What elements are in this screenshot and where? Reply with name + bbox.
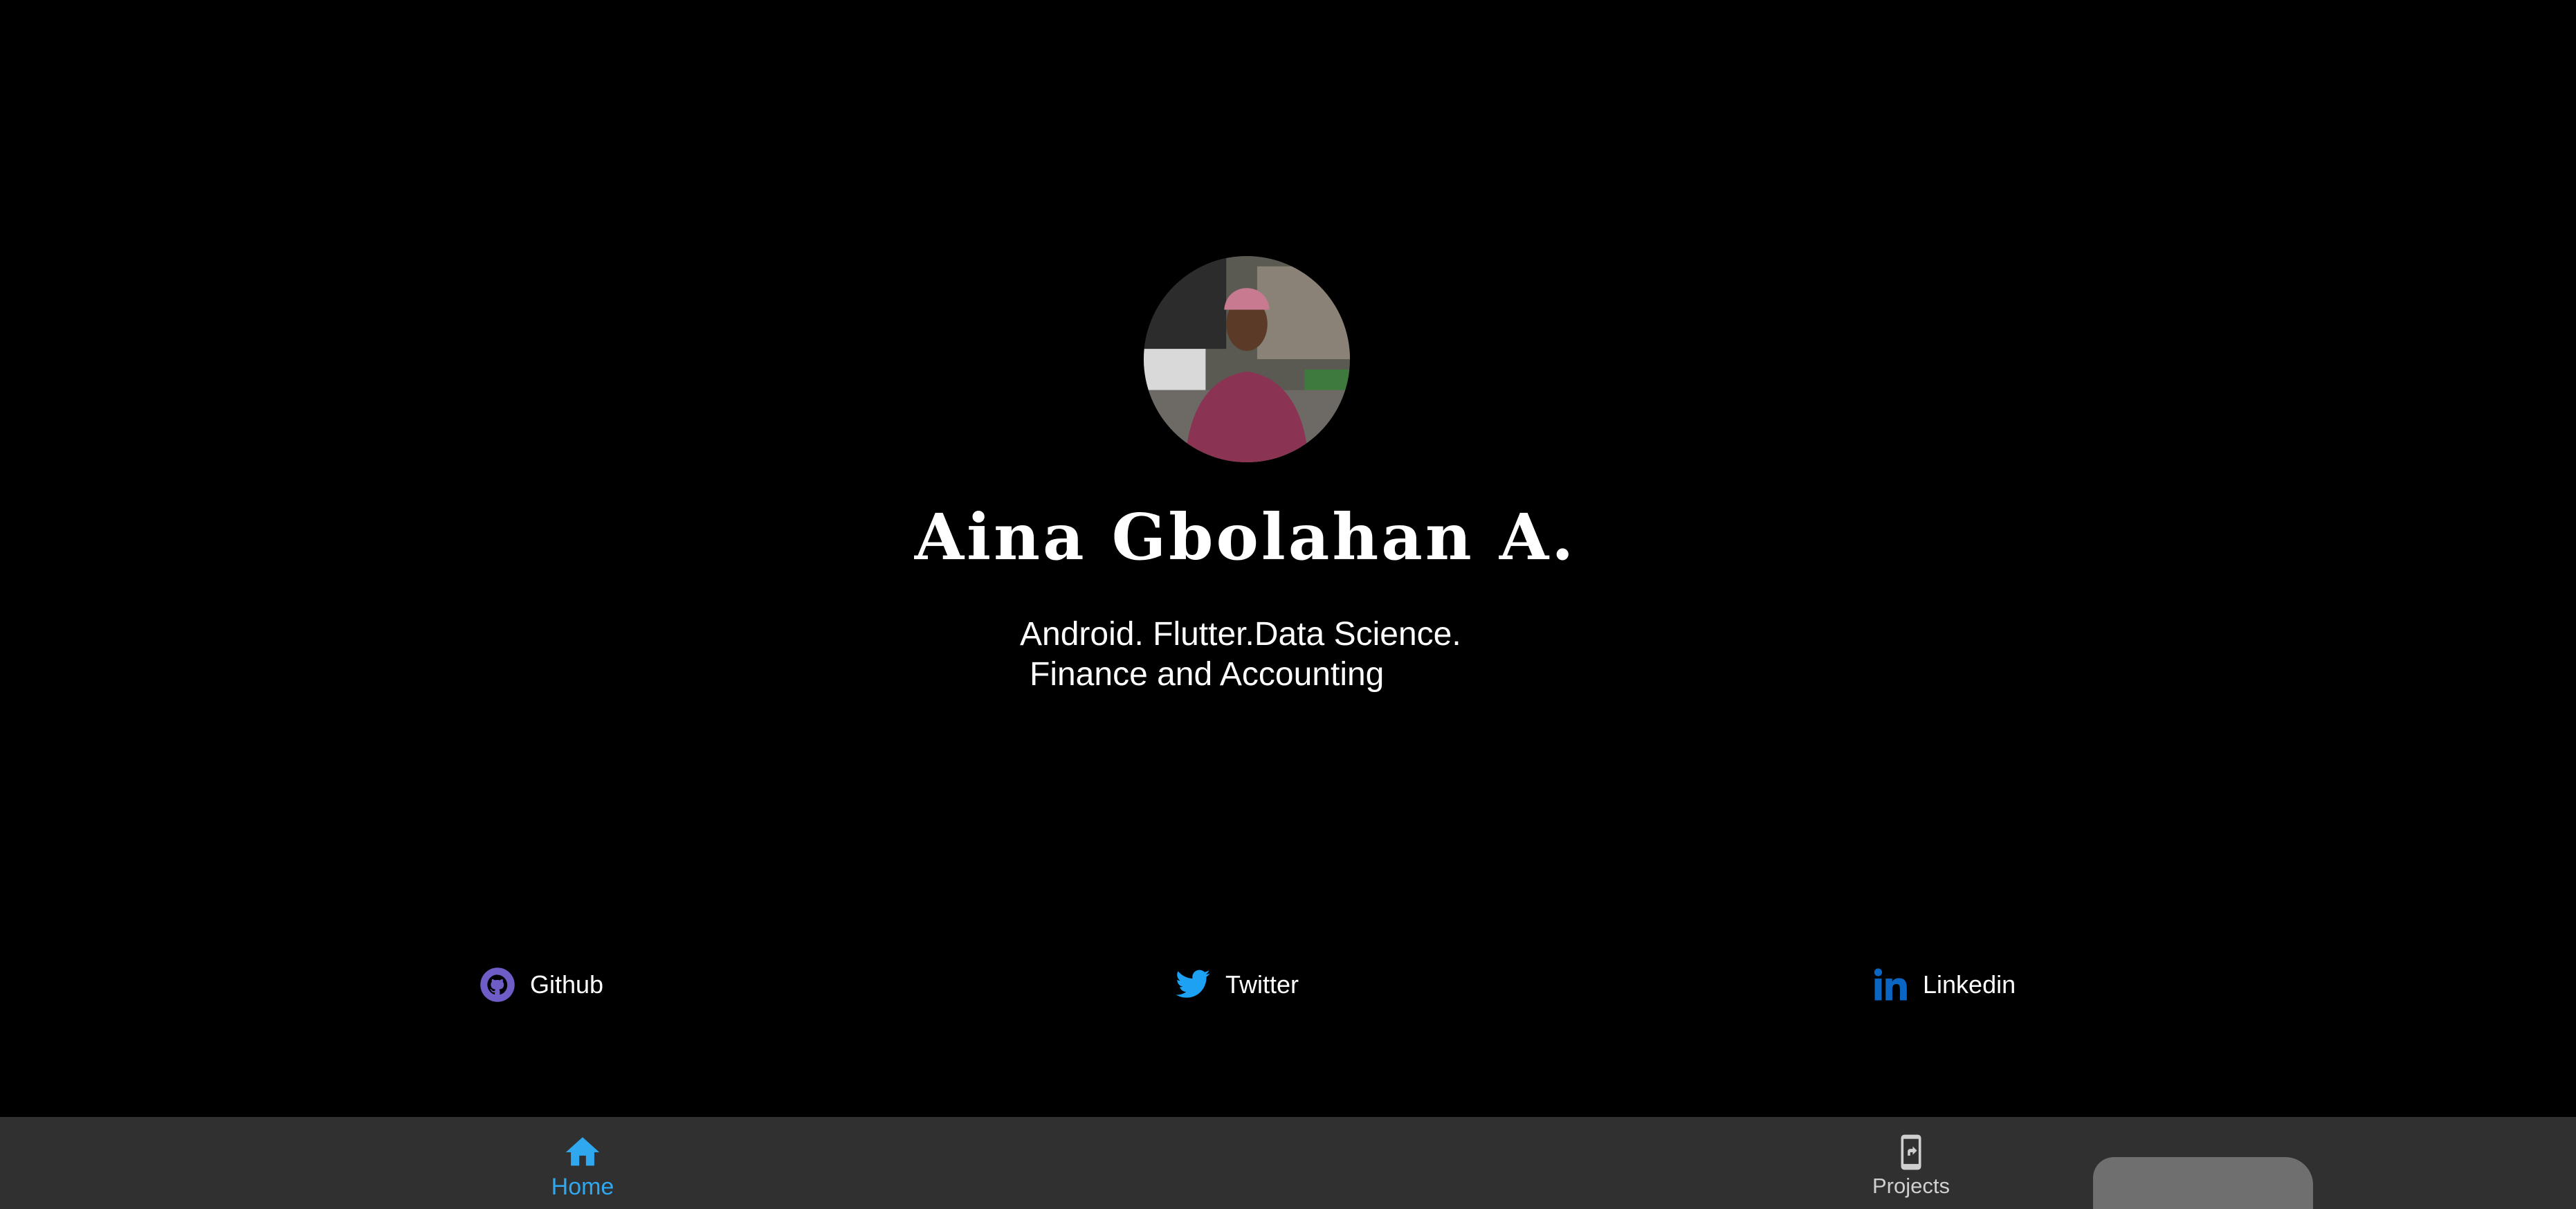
nav-home-label: Home: [551, 1174, 614, 1200]
linkedin-label: Linkedin: [1923, 970, 2016, 999]
projects-icon: [1891, 1132, 1931, 1172]
linkedin-link[interactable]: Linkedin: [1872, 964, 2016, 1006]
github-link[interactable]: Github: [479, 964, 603, 1006]
profile-tagline: Android. Flutter.Data Science. Finance a…: [1020, 615, 1461, 695]
home-icon: [563, 1132, 603, 1172]
profile-name: Aina Gbolahan A.: [914, 500, 1577, 574]
github-label: Github: [530, 970, 604, 999]
github-icon: [479, 966, 516, 1003]
twitter-label: Twitter: [1225, 970, 1299, 999]
tagline-line-2: Finance and Accounting: [1030, 656, 1385, 693]
nav-item-projects[interactable]: Projects: [1842, 1132, 1980, 1199]
twitter-icon: [1174, 966, 1212, 1003]
redacted-overlay: [2093, 1157, 2313, 1209]
nav-projects-label: Projects: [1872, 1174, 1950, 1198]
twitter-link[interactable]: Twitter: [1174, 964, 1299, 1006]
tagline-line-1: Android. Flutter.Data Science.: [1020, 616, 1461, 653]
linkedin-icon: [1872, 966, 1909, 1003]
nav-item-home[interactable]: Home: [513, 1132, 652, 1201]
page: Aina Gbolahan A. Android. Flutter.Data S…: [0, 0, 2576, 1209]
avatar: [1144, 256, 1350, 462]
avatar-photo: [1144, 256, 1350, 462]
